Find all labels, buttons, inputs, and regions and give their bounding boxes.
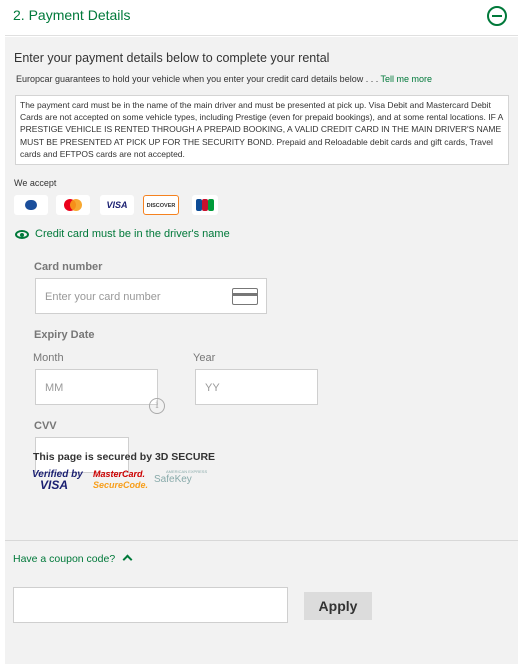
card-number-placeholder: Enter your card number bbox=[45, 291, 161, 303]
mc-line2: SecureCode. bbox=[93, 480, 149, 490]
secure-text: This page is secured by 3D SECURE bbox=[33, 451, 216, 463]
diners-card-icon bbox=[14, 195, 48, 215]
expiry-date-label: Expiry Date bbox=[34, 329, 95, 341]
section-title: 2. Payment Details bbox=[13, 7, 131, 23]
apply-button[interactable]: Apply bbox=[304, 592, 372, 620]
driver-note-text: Credit card must be in the driver's name bbox=[35, 228, 230, 240]
card-number-input[interactable]: Enter your card number bbox=[35, 278, 267, 314]
payment-panel: Enter your payment details below to comp… bbox=[5, 37, 518, 540]
year-label: Year bbox=[193, 352, 216, 364]
we-accept-label: We accept bbox=[14, 178, 57, 188]
collapse-minus-icon[interactable] bbox=[487, 6, 507, 26]
expiry-year-input[interactable]: YY bbox=[195, 369, 318, 405]
coupon-toggle-link[interactable]: Have a coupon code? bbox=[13, 553, 115, 565]
card-number-label: Card number bbox=[34, 261, 103, 273]
chevron-up-icon[interactable] bbox=[122, 554, 133, 565]
mastercard-securecode-logo: MasterCard. SecureCode. bbox=[93, 469, 148, 491]
guarantee-text: Europcar guarantees to hold your vehicle… bbox=[16, 74, 432, 84]
eye-icon bbox=[15, 230, 29, 239]
coupon-code-input[interactable] bbox=[13, 587, 288, 623]
credit-card-icon bbox=[232, 288, 258, 305]
tell-me-more-link[interactable]: Tell me more bbox=[381, 74, 433, 84]
payment-terms-box: The payment card must be in the name of … bbox=[15, 95, 509, 165]
jcb-card-icon bbox=[192, 195, 218, 215]
visa-card-icon: VISA bbox=[100, 195, 134, 215]
amex-line2: SafeKey bbox=[154, 474, 192, 485]
expiry-month-input[interactable]: MM bbox=[35, 369, 158, 405]
discover-card-icon: DISCOVER bbox=[143, 195, 179, 215]
info-icon[interactable]: i bbox=[149, 398, 165, 414]
mc-line1: MasterCard. bbox=[93, 469, 146, 479]
verified-by-visa-logo: Verified by VISA bbox=[32, 469, 83, 491]
payment-details-header[interactable]: 2. Payment Details bbox=[5, 0, 518, 36]
intro-text: Enter your payment details below to comp… bbox=[14, 51, 330, 65]
amex-safekey-logo: AMERICAN EXPRESS SafeKey bbox=[154, 469, 207, 485]
vbv-line2: VISA bbox=[40, 478, 69, 492]
guarantee-message: Europcar guarantees to hold your vehicle… bbox=[16, 74, 379, 84]
coupon-section: Have a coupon code? Apply bbox=[5, 540, 518, 664]
cvv-label: CVV bbox=[34, 420, 57, 432]
mastercard-card-icon bbox=[56, 195, 90, 215]
year-placeholder: YY bbox=[205, 382, 220, 394]
month-label: Month bbox=[33, 352, 64, 364]
month-placeholder: MM bbox=[45, 382, 64, 394]
